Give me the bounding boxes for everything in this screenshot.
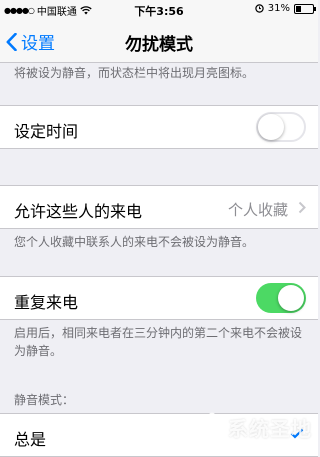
scheduled-toggle[interactable] bbox=[256, 112, 306, 142]
repeated-calls-toggle[interactable] bbox=[256, 283, 306, 313]
page-title: 勿扰模式 bbox=[125, 35, 193, 55]
allow-calls-row[interactable]: 允许这些人的来电 个人收藏 bbox=[0, 185, 318, 229]
allow-calls-label: 允许这些人的来电 bbox=[14, 202, 143, 221]
silence-always-label: 总是 bbox=[14, 430, 47, 449]
scheduled-row: 设定时间 bbox=[0, 105, 318, 149]
repeated-calls-note: 启用后，相同来电者在三分钟内的第二个来电不会被设为静音。 bbox=[14, 326, 303, 358]
moon-icon-note: 将被设为静音，而状态栏中将出现月亮图标。 bbox=[14, 66, 255, 80]
watermark-logo-icon bbox=[195, 410, 229, 445]
allow-calls-note: 您个人收藏中联系人的来电不会被设为静音。 bbox=[14, 235, 255, 249]
chevron-right-icon bbox=[298, 201, 306, 214]
repeated-calls-label: 重复来电 bbox=[14, 293, 79, 312]
battery-percent: 31% bbox=[267, 3, 290, 14]
repeated-calls-row: 重复来电 bbox=[0, 276, 318, 320]
allow-calls-value: 个人收藏 bbox=[227, 201, 288, 219]
scheduled-label: 设定时间 bbox=[14, 122, 79, 141]
alarm-icon bbox=[255, 4, 264, 13]
watermark-text: 系统圣地 bbox=[228, 417, 312, 441]
watermark: 系统圣地 bbox=[195, 410, 312, 445]
status-right: 31% bbox=[255, 3, 316, 14]
navigation-bar: 设置 勿扰模式 bbox=[0, 18, 318, 63]
battery-icon bbox=[294, 3, 316, 14]
silence-header: 静音模式： bbox=[14, 393, 75, 407]
status-bar: ●●●●○ 中国联通 下午3:56 31% bbox=[0, 0, 318, 18]
